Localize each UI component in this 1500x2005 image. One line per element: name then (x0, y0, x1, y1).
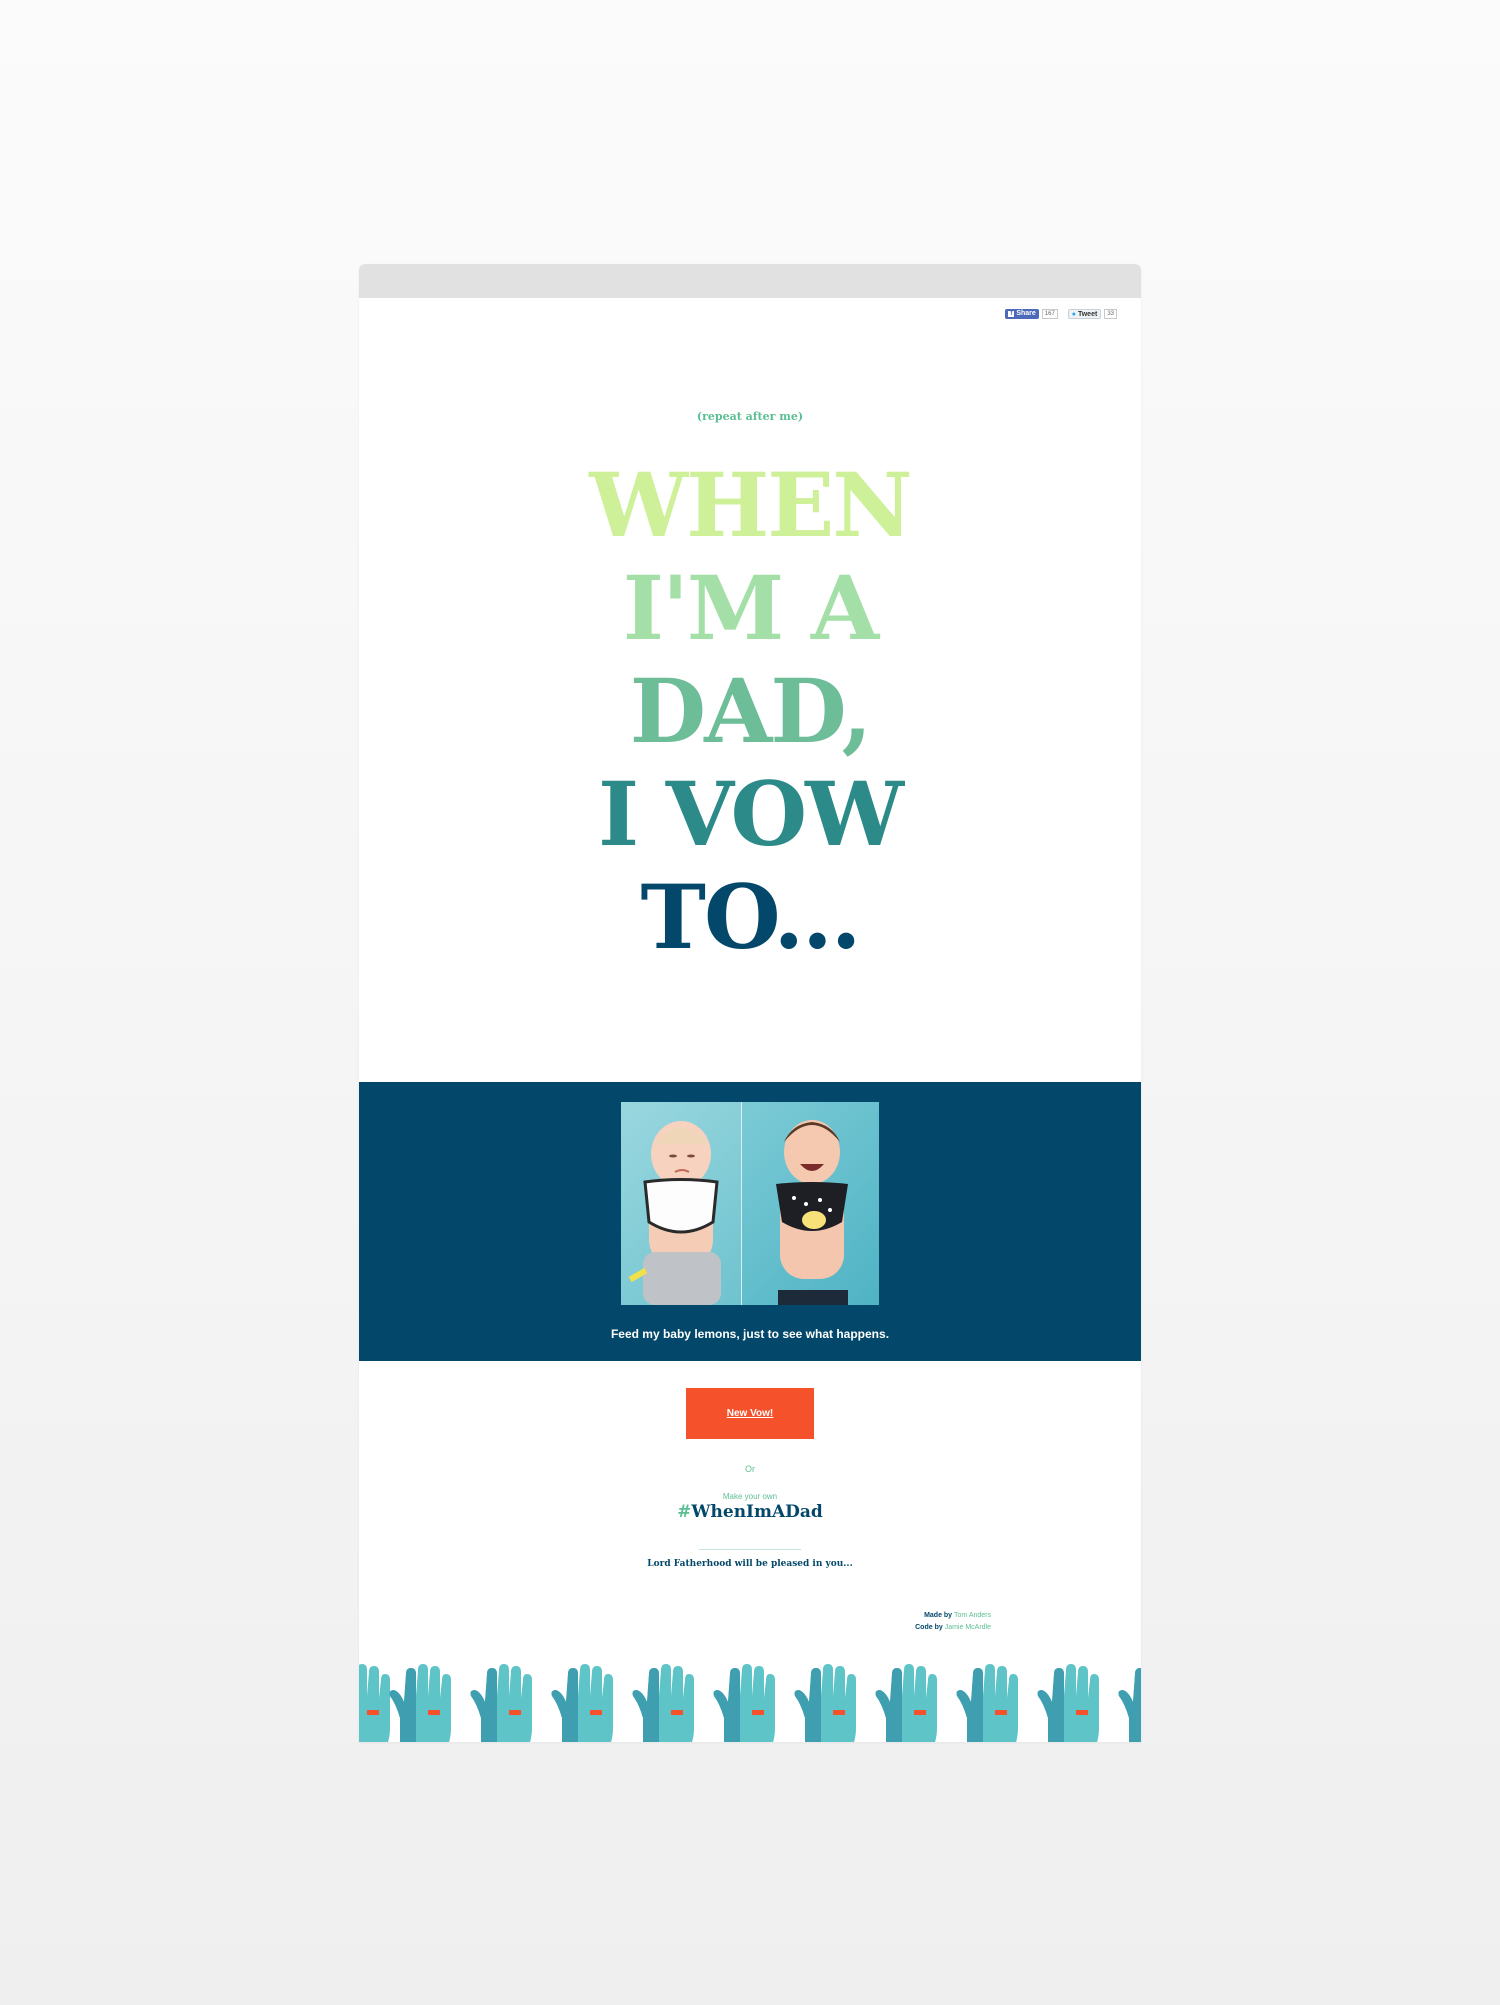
window-titlebar (359, 264, 1141, 298)
made-by-prefix: Made by (924, 1612, 953, 1619)
divider-rule (699, 1549, 801, 1550)
new-vow-button[interactable]: New Vow! (686, 1388, 814, 1439)
hashtag-text: WhenImADad (691, 1502, 823, 1522)
make-your-own-label: Make your own (722, 1492, 778, 1501)
headline-line-5: TO... (640, 865, 862, 969)
photo-panel-left (621, 1102, 741, 1305)
photo-panel-right (742, 1102, 879, 1305)
tweet-count: 33 (1104, 309, 1117, 319)
vow-band: Feed my baby lemons, just to see what ha… (359, 1082, 1141, 1361)
hero-kicker: (repeat after me) (696, 410, 804, 423)
code-by-line: Code by Jamie McArdle (915, 1622, 991, 1634)
hashtag-link[interactable]: #WhenImADad (359, 1502, 1141, 1522)
crying-baby-illustration (628, 1121, 721, 1305)
twitter-tweet[interactable]: ● Tweet 33 (1067, 309, 1117, 319)
facebook-share-button[interactable]: f Share (1005, 309, 1039, 319)
laughing-baby-illustration (776, 1120, 848, 1305)
facebook-share-label: Share (1016, 310, 1036, 317)
facebook-share[interactable]: f Share 167 (1005, 309, 1058, 319)
hero-headline: WHEN I'M A DAD, I VOW TO... (359, 454, 1141, 969)
code-by-prefix: Code by (915, 1624, 943, 1631)
vow-photo (621, 1102, 879, 1305)
facebook-share-count: 167 (1041, 309, 1058, 319)
headline-line-2: I'M A (622, 556, 879, 660)
vow-caption: Feed my baby lemons, just to see what ha… (610, 1327, 890, 1341)
blessing-text: Lord Fatherhood will be pleased in you..… (647, 1559, 853, 1569)
headline-line-1: WHEN (589, 453, 912, 557)
hashtag-symbol: # (677, 1502, 692, 1522)
tweet-label: Tweet (1077, 311, 1098, 318)
or-separator: Or (745, 1464, 755, 1474)
social-share-bar: f Share 167 ● Tweet 33 (1005, 309, 1117, 319)
browser-window: f Share 167 ● Tweet 33 (repeat after me)… (359, 264, 1141, 1742)
headline-line-3: DAD, (629, 659, 872, 763)
raised-hands-footer (359, 1664, 1141, 1742)
made-by-line: Made by Tom Anders (915, 1610, 991, 1622)
headline-line-4: I VOW (597, 762, 904, 866)
credits: Made by Tom Anders Code by Jamie McArdle (915, 1610, 991, 1634)
code-by-link[interactable]: Jamie McArdle (945, 1624, 991, 1631)
twitter-bird-icon: ● (1071, 311, 1077, 318)
facebook-icon: f (1008, 311, 1015, 317)
tweet-button[interactable]: ● Tweet (1067, 309, 1102, 319)
made-by-link[interactable]: Tom Anders (954, 1612, 991, 1619)
